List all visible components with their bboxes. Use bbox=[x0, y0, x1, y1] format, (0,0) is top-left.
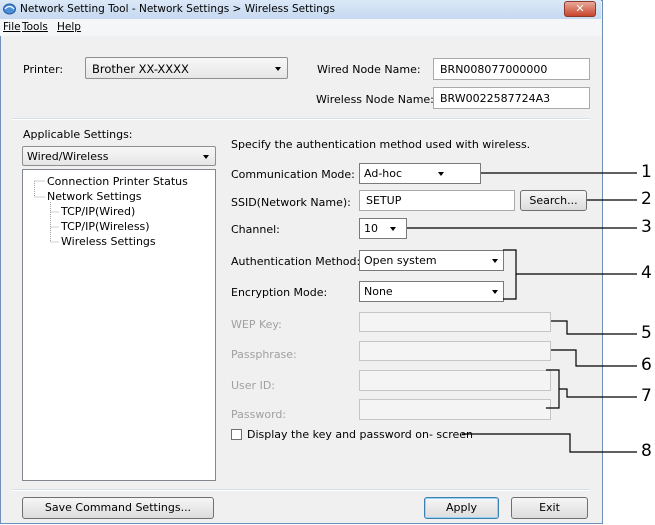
callout-6: 6 bbox=[641, 355, 652, 375]
callout-1: 1 bbox=[641, 162, 652, 182]
callout-5: 5 bbox=[641, 323, 652, 343]
callout-8: 8 bbox=[641, 441, 652, 461]
callout-4: 4 bbox=[641, 263, 652, 283]
callout-7: 7 bbox=[641, 386, 652, 406]
callout-3: 3 bbox=[641, 217, 652, 237]
callout-lines bbox=[407, 172, 637, 453]
callout-2: 2 bbox=[641, 189, 652, 209]
